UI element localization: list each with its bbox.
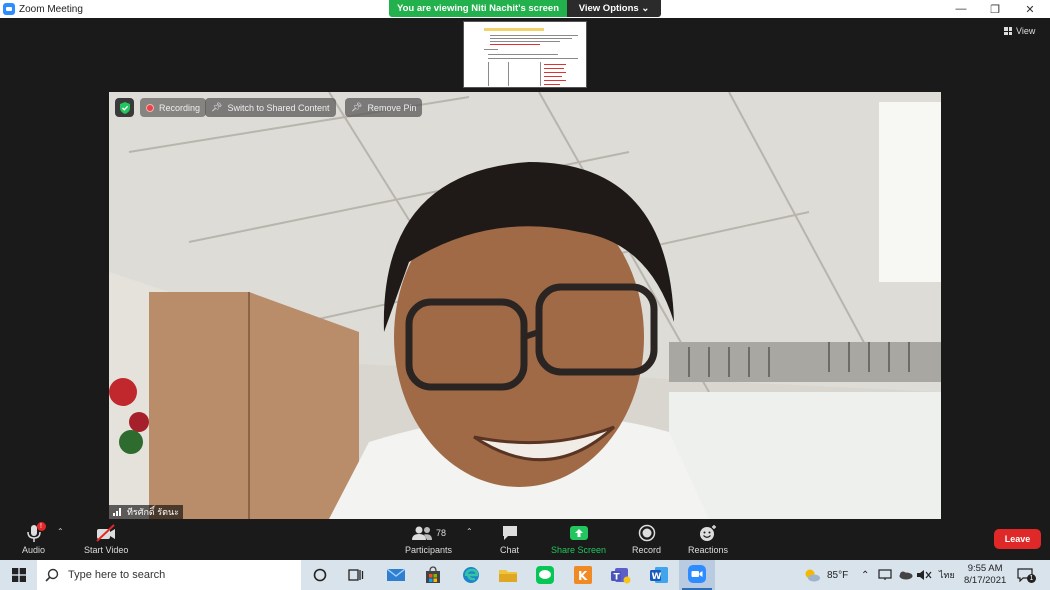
audio-label: Audio [22,545,46,555]
network-icon[interactable] [878,560,892,590]
speaker-muted-icon[interactable] [916,560,932,590]
record-icon [638,523,656,543]
clock-date: 8/17/2021 [964,575,1007,586]
word-app-icon[interactable]: W [648,564,670,586]
share-screen-icon [569,523,589,543]
participant-video-frame [109,92,941,519]
svg-text:W: W [652,572,662,582]
reactions-button[interactable]: Reactions [688,523,728,555]
windows-taskbar: Type here to search K T W 85°F ⌃ ไทย 9:5… [0,560,1050,590]
participant-name-tag: ทีรศักดิ์ รัตนะ [109,505,183,519]
pinned-participant-video[interactable]: Recording 📌︎ Switch to Shared Content 📌︎… [109,92,941,519]
window-title: Zoom Meeting [19,3,83,15]
screen-share-banner: You are viewing Niti Nachit's screen [389,0,567,17]
microsoft-store-icon[interactable] [422,564,444,586]
svg-text:T: T [614,573,621,583]
remove-pin-button[interactable]: 📌︎ Remove Pin [345,98,423,117]
close-button[interactable]: ✕ [1013,0,1047,18]
search-icon [45,568,59,582]
taskbar-search-box[interactable]: Type here to search [37,560,301,590]
remove-pin-label: Remove Pin [367,102,417,113]
shared-screen-thumbnail[interactable] [463,21,587,88]
show-hidden-icons-chevron-icon[interactable]: ⌃ [861,560,869,590]
microphone-icon: ! [25,522,46,543]
system-clock[interactable]: 9:55 AM 8/17/2021 [964,560,1006,590]
view-label: View [1016,26,1036,36]
temperature: 85°F [827,569,849,581]
kingsoft-app-icon[interactable]: K [572,564,594,586]
start-video-button[interactable]: Start Video [84,523,128,555]
zoom-logo-icon [3,3,15,15]
participants-label: Participants [405,545,453,555]
security-shield-icon[interactable] [115,98,134,117]
record-button[interactable]: Record [632,523,661,555]
mail-app-icon[interactable] [385,564,407,586]
view-options-button[interactable]: View Options ⌄ [567,0,661,17]
clock-time: 9:55 AM [967,563,1003,574]
windows-start-icon[interactable] [8,564,30,586]
zoom-meeting-window: Zoom Meeting — ❐ ✕ You are viewing Niti … [0,0,1050,590]
record-label: Record [632,545,662,555]
teams-app-icon[interactable]: T [610,564,632,586]
edge-browser-icon[interactable] [460,564,482,586]
weather-widget[interactable]: 85°F [803,560,848,590]
file-explorer-icon[interactable] [497,564,519,586]
svg-text:K: K [578,569,588,583]
restore-button[interactable]: ❐ [978,0,1012,18]
chat-label: Chat [500,545,520,555]
switch-to-shared-content-button[interactable]: 📌︎ Switch to Shared Content [205,98,336,117]
audio-button[interactable]: ! Audio [22,522,46,555]
start-video-label: Start Video [84,545,129,555]
recording-indicator[interactable]: Recording [140,98,207,117]
participants-button[interactable]: 78 Participants [405,523,452,555]
pin-icon: 📌︎ [211,102,223,112]
audio-options-chevron-icon[interactable]: ⌃ [57,527,64,536]
zoom-app-icon [688,565,706,583]
partly-cloudy-icon [805,569,820,582]
switch-to-shared-label: Switch to Shared Content [227,102,330,113]
participant-name: ทีรศักดิ์ รัตนะ [127,507,179,517]
line-app-icon[interactable] [534,564,556,586]
meeting-controls-bar: ! Audio ⌃ Start Video 78 Participants ⌃ … [0,519,1050,560]
participant-count: 78 [436,528,447,538]
search-placeholder: Type here to search [68,569,166,581]
participants-options-chevron-icon[interactable]: ⌃ [466,527,473,536]
share-screen-button[interactable]: Share Screen [551,523,606,555]
chat-bubble-icon [501,523,519,543]
pin-icon: 📌︎ [351,102,363,112]
leave-button[interactable]: Leave [994,529,1041,549]
audio-warning-badge: ! [36,522,46,531]
view-layout-button[interactable]: View [1004,26,1035,36]
input-language[interactable]: ไทย [939,560,955,590]
reactions-label: Reactions [688,545,729,555]
onedrive-cloud-icon[interactable] [897,560,913,590]
chat-button[interactable]: Chat [500,523,519,555]
minimize-button[interactable]: — [944,0,978,18]
grid-view-icon [1004,27,1012,35]
share-screen-label: Share Screen [551,545,607,555]
participants-icon: 78 [411,523,446,543]
notification-count: 1 [1027,574,1036,583]
signal-strength-icon [113,508,121,516]
recording-label: Recording [159,102,201,113]
cortana-icon[interactable] [309,564,331,586]
task-view-icon[interactable] [345,564,367,586]
zoom-taskbar-button[interactable] [679,560,715,590]
action-center-icon[interactable]: 1 [1017,560,1036,590]
smiley-add-icon [698,523,718,543]
video-off-icon [95,523,117,543]
recording-dot-icon [146,103,154,112]
